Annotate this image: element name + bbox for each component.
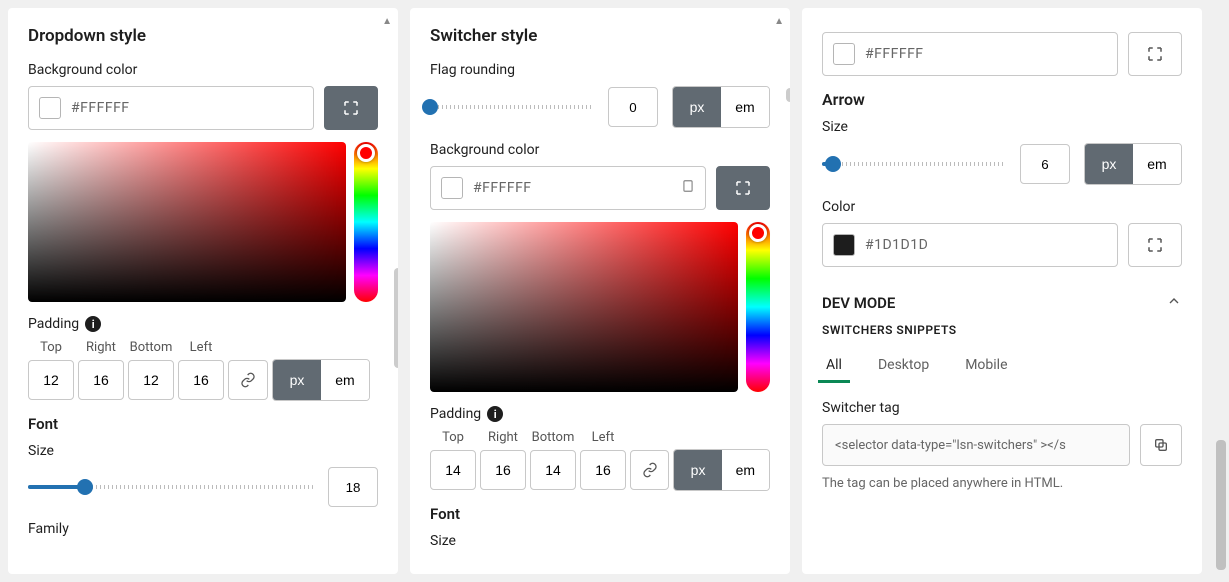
unit-toggle[interactable]: px em: [673, 449, 770, 491]
snippets-tabs: All Desktop Mobile: [822, 351, 1182, 384]
pad-left-input[interactable]: [580, 450, 626, 490]
flag-rounding-slider[interactable]: [430, 97, 594, 117]
padding-label: Padding: [28, 316, 79, 332]
pad-col-bottom: Bottom: [530, 430, 576, 445]
font-family-label: Family: [28, 521, 378, 537]
scroll-up-icon: ▲: [382, 16, 392, 27]
bg-color-value: #FFFFFF: [71, 100, 130, 116]
pad-right-input[interactable]: [78, 360, 124, 400]
font-section-title: Font: [430, 505, 770, 523]
arrow-size-label: Size: [822, 119, 1182, 135]
flag-rounding-label: Flag rounding: [430, 62, 770, 78]
scrollbar-icon[interactable]: [394, 268, 398, 368]
font-size-value[interactable]: [328, 467, 378, 507]
pad-col-top: Top: [28, 340, 74, 355]
pad-col-top: Top: [430, 430, 476, 445]
arrow-color-value: #1D1D1D: [865, 237, 928, 253]
arrow-size-value[interactable]: [1020, 144, 1070, 184]
unit-toggle[interactable]: px em: [1084, 143, 1182, 185]
bg-color-field[interactable]: #FFFFFF: [28, 86, 314, 130]
pad-left-input[interactable]: [178, 360, 224, 400]
scrollbar-icon[interactable]: [786, 88, 790, 102]
hue-slider[interactable]: [746, 222, 770, 392]
switcher-style-title: Switcher style: [430, 26, 770, 46]
tab-all[interactable]: All: [822, 351, 846, 383]
bg-color-field[interactable]: #FFFFFF: [822, 32, 1118, 76]
padding-label: Padding: [430, 406, 481, 422]
switcher-tag-input[interactable]: [822, 424, 1130, 466]
color-swatch-icon: [833, 234, 855, 256]
pad-right-input[interactable]: [480, 450, 526, 490]
font-section-title: Font: [28, 415, 378, 433]
switcher-tag-hint: The tag can be placed anywhere in HTML.: [822, 476, 1182, 491]
arrow-color-label: Color: [822, 199, 1182, 215]
dev-sub-label: SWITCHERS SNIPPETS: [822, 323, 1182, 337]
expand-button[interactable]: [324, 86, 378, 130]
font-size-slider[interactable]: [28, 477, 314, 497]
color-swatch-icon: [441, 177, 463, 199]
page-scrollbar[interactable]: [1216, 440, 1226, 570]
dev-mode-title: DEV MODE: [822, 294, 895, 312]
info-icon[interactable]: i: [85, 316, 101, 332]
info-icon[interactable]: i: [487, 406, 503, 422]
pad-top-input[interactable]: [28, 360, 74, 400]
eyedropper-icon[interactable]: [681, 179, 695, 197]
flag-rounding-value[interactable]: [608, 87, 658, 127]
pad-bottom-input[interactable]: [530, 450, 576, 490]
tab-mobile[interactable]: Mobile: [961, 351, 1011, 383]
pad-col-left: Left: [178, 340, 224, 355]
pad-col-bottom: Bottom: [128, 340, 174, 355]
unit-em[interactable]: em: [721, 87, 769, 127]
unit-px[interactable]: px: [673, 87, 721, 127]
pad-col-right: Right: [480, 430, 526, 445]
unit-em[interactable]: em: [321, 360, 369, 400]
expand-button[interactable]: [1128, 32, 1182, 76]
chevron-up-icon[interactable]: [1166, 293, 1182, 313]
dropdown-style-title: Dropdown style: [28, 26, 378, 46]
color-picker-gradient[interactable]: [430, 222, 770, 392]
bg-color-value: #FFFFFF: [865, 46, 924, 62]
link-values-button[interactable]: [228, 360, 268, 400]
switcher-tag-label: Switcher tag: [822, 400, 1182, 416]
expand-button[interactable]: [1128, 223, 1182, 267]
pad-col-right: Right: [78, 340, 124, 355]
unit-toggle[interactable]: px em: [672, 86, 770, 128]
bg-color-field[interactable]: #FFFFFF: [430, 166, 706, 210]
color-swatch-icon: [833, 43, 855, 65]
font-size-label: Size: [430, 533, 770, 549]
bg-color-label: Background color: [430, 142, 770, 158]
unit-px[interactable]: px: [273, 360, 321, 400]
color-picker-gradient[interactable]: [28, 142, 378, 302]
hue-slider[interactable]: [354, 142, 378, 302]
pad-col-left: Left: [580, 430, 626, 445]
pad-bottom-input[interactable]: [128, 360, 174, 400]
unit-toggle[interactable]: px em: [272, 359, 370, 401]
font-size-label: Size: [28, 443, 378, 459]
unit-em[interactable]: em: [722, 450, 769, 490]
bg-color-value: #FFFFFF: [473, 180, 532, 196]
expand-button[interactable]: [716, 166, 770, 210]
copy-button[interactable]: [1140, 424, 1182, 466]
unit-px[interactable]: px: [1085, 144, 1133, 184]
bg-color-label: Background color: [28, 62, 378, 78]
link-values-button[interactable]: [630, 450, 669, 490]
scroll-up-icon: ▲: [774, 16, 784, 27]
unit-px[interactable]: px: [674, 450, 721, 490]
color-swatch-icon: [39, 97, 61, 119]
pad-top-input[interactable]: [430, 450, 476, 490]
unit-em[interactable]: em: [1133, 144, 1181, 184]
arrow-color-field[interactable]: #1D1D1D: [822, 223, 1118, 267]
arrow-section-title: Arrow: [822, 90, 1182, 109]
tab-desktop[interactable]: Desktop: [874, 351, 933, 383]
arrow-size-slider[interactable]: [822, 154, 1006, 174]
